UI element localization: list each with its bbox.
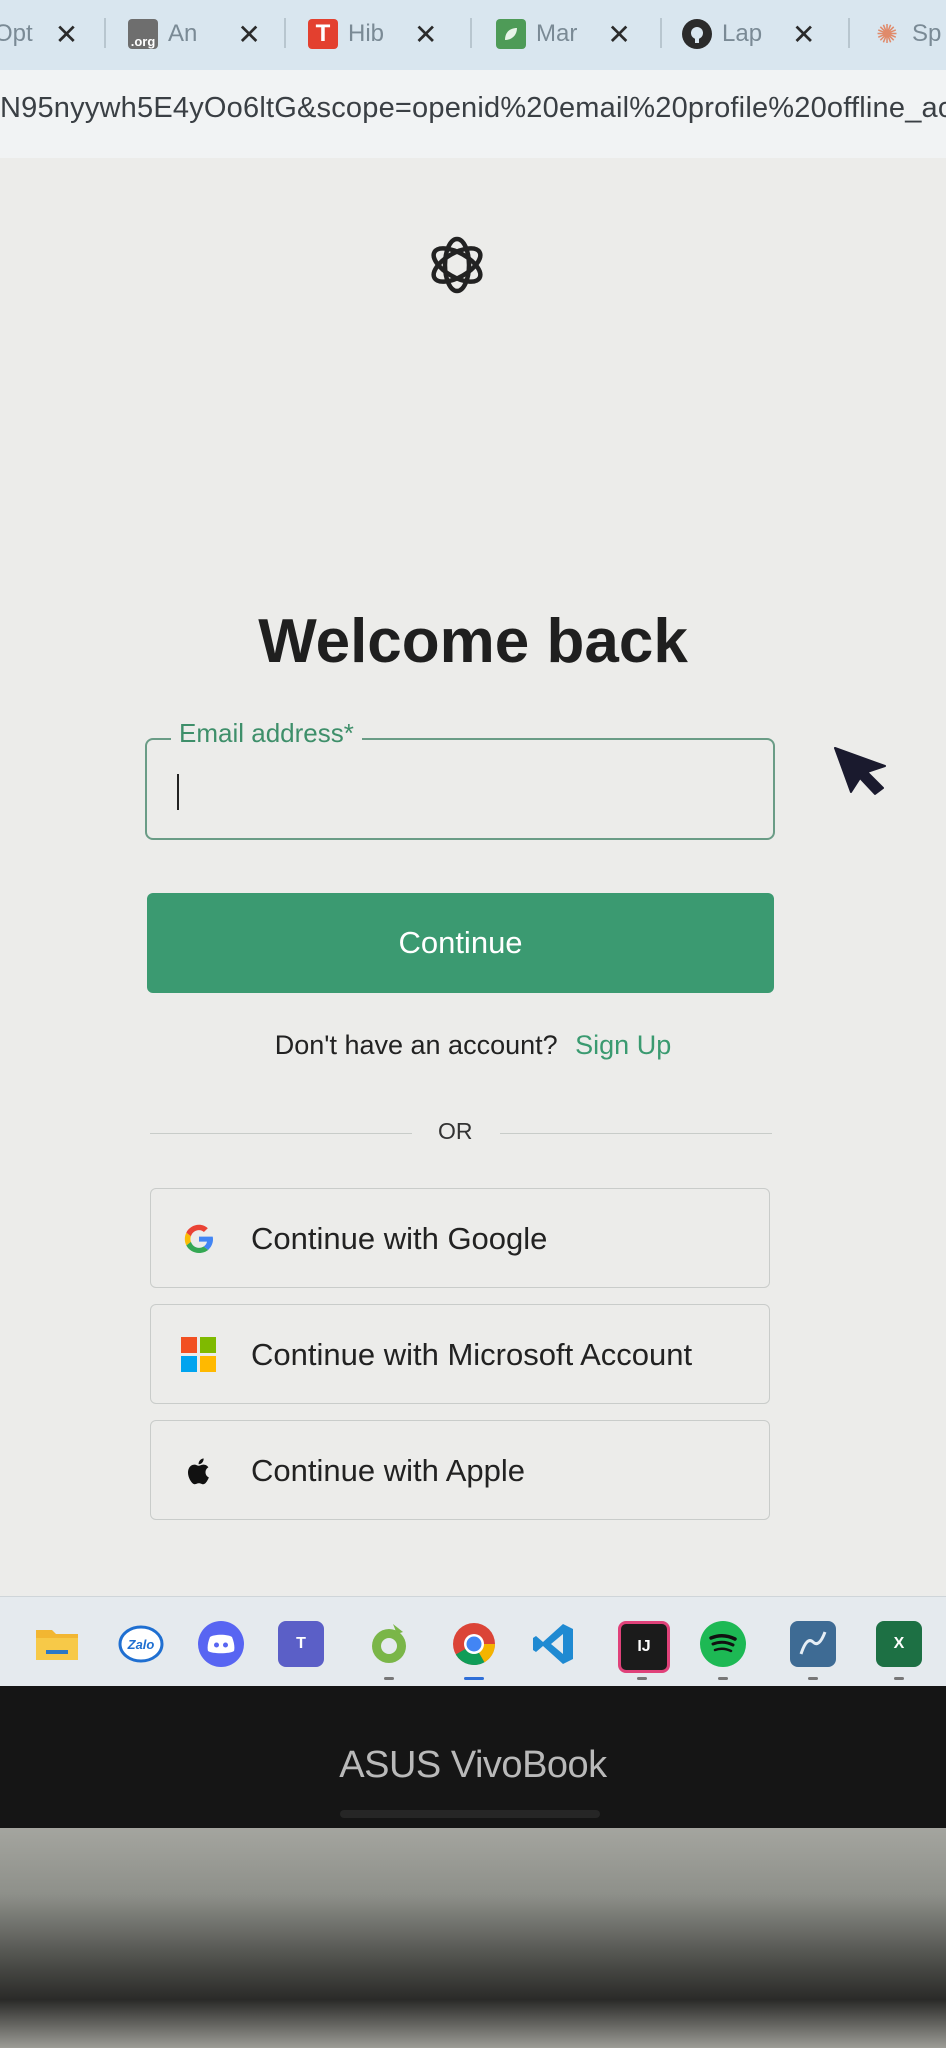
openai-logo-icon bbox=[431, 236, 483, 294]
excel-icon[interactable]: X bbox=[876, 1621, 922, 1667]
tab-mar[interactable]: Mar ✕ bbox=[496, 14, 631, 54]
login-page: Welcome back Email address* Continue Don… bbox=[0, 158, 946, 1596]
browser-tab-bar: Opt ✕ .org An ✕ T Hib ✕ Mar ✕ Lap ✕ ✺ Sp bbox=[0, 0, 946, 70]
zalo-label: Zalo bbox=[127, 1636, 155, 1652]
page-title: Welcome back bbox=[258, 607, 688, 676]
continue-with-google-button[interactable]: Continue with Google bbox=[150, 1188, 770, 1288]
laptop-hinge bbox=[340, 1810, 600, 1818]
taskbar-running-indicator bbox=[808, 1677, 818, 1680]
excel-label: X bbox=[893, 1635, 905, 1652]
ibass-org-icon: .org bbox=[128, 19, 158, 49]
mouse-cursor-icon bbox=[834, 747, 886, 795]
laptop-bezel: ASUS VivoBook bbox=[0, 1686, 946, 1828]
teams-label: T bbox=[296, 1635, 306, 1652]
continue-with-microsoft-button[interactable]: Continue with Microsoft Account bbox=[150, 1304, 770, 1404]
teams-icon[interactable]: T bbox=[278, 1621, 324, 1667]
signup-prompt: Don't have an account? bbox=[274, 1030, 558, 1060]
tab-separator bbox=[660, 18, 662, 48]
text-caret bbox=[177, 774, 179, 810]
tab-opt[interactable]: Opt ✕ bbox=[0, 14, 78, 54]
taskbar-running-indicator bbox=[894, 1677, 904, 1680]
laptop-body bbox=[0, 1828, 946, 2048]
taskbar-active-indicator bbox=[464, 1677, 484, 1680]
chrome-icon[interactable] bbox=[451, 1621, 497, 1667]
tab-label: Lap bbox=[722, 20, 763, 47]
tab-separator bbox=[470, 18, 472, 48]
vscode-icon[interactable] bbox=[530, 1621, 576, 1667]
microsoft-button-label: Continue with Microsoft Account bbox=[251, 1337, 693, 1372]
signup-link[interactable]: Sign Up bbox=[575, 1030, 671, 1060]
tab-label: Opt bbox=[0, 20, 33, 47]
tab-close-icon[interactable]: ✕ bbox=[792, 18, 815, 51]
email-field-label: Email address* bbox=[171, 718, 362, 749]
tab-label: An bbox=[168, 20, 198, 47]
zalo-icon[interactable]: Zalo bbox=[118, 1621, 164, 1667]
mysql-workbench-icon[interactable] bbox=[790, 1621, 836, 1667]
taskbar-running-indicator bbox=[718, 1677, 728, 1680]
intellij-icon[interactable]: IJ bbox=[618, 1621, 670, 1673]
file-explorer-icon[interactable] bbox=[34, 1621, 80, 1667]
url-text: N95nyywh5E4yOo6ltG&scope=openid%20email%… bbox=[0, 92, 946, 124]
t-letter-icon: T bbox=[308, 19, 338, 49]
apple-button-label: Continue with Apple bbox=[251, 1453, 526, 1488]
tab-separator bbox=[104, 18, 106, 48]
tab-sp[interactable]: ✺ Sp bbox=[872, 14, 941, 54]
tab-label: Hib bbox=[348, 20, 385, 47]
tab-separator bbox=[284, 18, 286, 48]
address-bar[interactable]: N95nyywh5E4yOo6ltG&scope=openid%20email%… bbox=[0, 70, 946, 159]
or-divider: OR bbox=[150, 1118, 772, 1148]
spotify-icon[interactable] bbox=[700, 1621, 746, 1667]
sun-icon: ✺ bbox=[876, 18, 898, 49]
tab-hib[interactable]: T Hib ✕ bbox=[308, 14, 437, 54]
or-text: OR bbox=[438, 1118, 473, 1144]
tab-an[interactable]: .org An ✕ bbox=[128, 14, 261, 54]
windows-taskbar: Zalo T IJ X bbox=[0, 1596, 946, 1687]
divider-line bbox=[150, 1133, 412, 1134]
apple-icon bbox=[188, 1458, 209, 1485]
signup-row: Don't have an account? Sign Up bbox=[0, 1030, 946, 1061]
tab-close-icon[interactable]: ✕ bbox=[237, 18, 260, 51]
continue-with-apple-button[interactable]: Continue with Apple bbox=[150, 1420, 770, 1520]
tab-close-icon[interactable]: ✕ bbox=[607, 18, 630, 51]
google-icon bbox=[184, 1224, 213, 1253]
intellij-label: IJ bbox=[637, 1638, 651, 1655]
tab-lap[interactable]: Lap ✕ bbox=[682, 14, 816, 54]
tab-separator bbox=[848, 18, 850, 48]
tab-label: Mar bbox=[536, 20, 578, 47]
tab-close-icon[interactable]: ✕ bbox=[55, 18, 78, 51]
continue-button[interactable]: Continue bbox=[147, 893, 774, 993]
tab-close-icon[interactable]: ✕ bbox=[414, 18, 437, 51]
microsoft-icon bbox=[181, 1337, 217, 1373]
coccoc-icon[interactable] bbox=[366, 1621, 412, 1667]
google-button-label: Continue with Google bbox=[251, 1221, 548, 1256]
tab-label: Sp bbox=[912, 20, 942, 47]
discord-icon[interactable] bbox=[198, 1621, 244, 1667]
leaf-icon bbox=[496, 19, 526, 49]
laptop-brand-logo: ASUS VivoBook bbox=[339, 1744, 607, 1786]
taskbar-running-indicator bbox=[384, 1677, 394, 1680]
github-icon bbox=[682, 19, 712, 49]
email-field[interactable]: Email address* bbox=[145, 718, 775, 840]
taskbar-running-indicator bbox=[637, 1677, 647, 1680]
divider-line bbox=[500, 1133, 772, 1134]
